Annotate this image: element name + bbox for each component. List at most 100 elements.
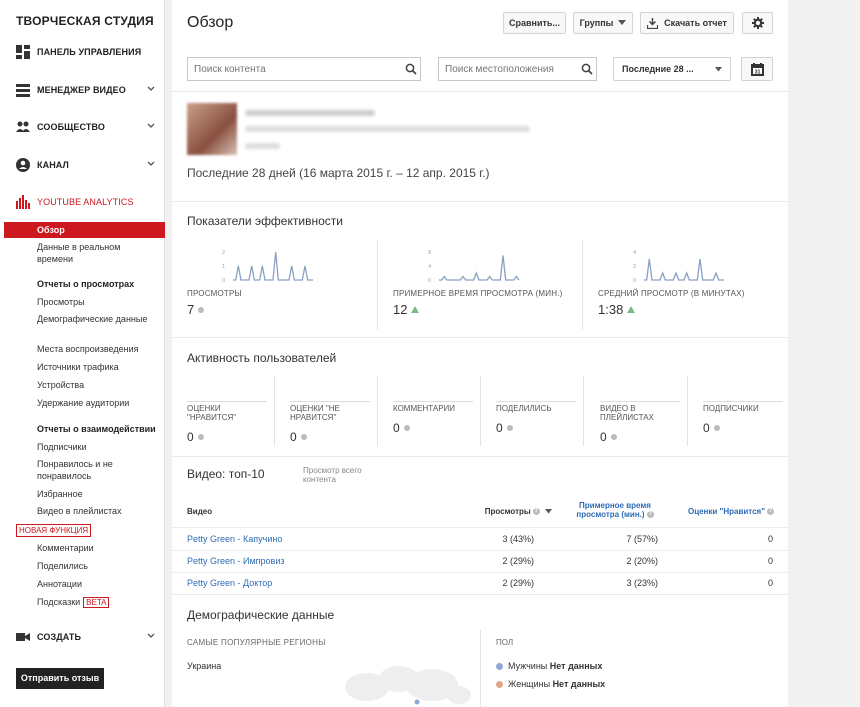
video-title-link[interactable]: Petty Green - Капучино <box>187 534 282 544</box>
calendar-button[interactable]: 31 <box>741 57 773 81</box>
sidebar-item-retention[interactable]: Удержание аудитории <box>37 397 157 409</box>
dropdown-arrow-icon <box>715 66 722 71</box>
column-header-watch-time-label: Примерное время просмотра (мин.) <box>576 501 651 519</box>
nav-channel[interactable]: КАНАЛ <box>16 156 156 174</box>
column-header-views-label: Просмотры <box>484 507 531 516</box>
column-header-views[interactable]: Просмотры? <box>462 507 552 516</box>
activity-label: КОММЕНТАРИИ <box>393 401 473 413</box>
sidebar-item-devices[interactable]: Устройства <box>37 379 157 391</box>
nav-community-label: СООБЩЕСТВО <box>37 122 105 132</box>
date-range-select[interactable]: Последние 28 ... <box>613 57 731 81</box>
sidebar-item-overview[interactable]: Обзор <box>4 222 165 238</box>
search-icon[interactable] <box>581 63 593 75</box>
view-all-content-link[interactable]: Просмотр всего контента <box>303 466 383 484</box>
gender-female: Женщины Нет данных <box>496 679 605 689</box>
sidebar-item-demographics[interactable]: Демографические данные <box>37 313 157 325</box>
activity-value: 0 <box>496 421 576 435</box>
top-regions-header: САМЫЕ ПОПУЛЯРНЫЕ РЕГИОНЫ <box>187 638 326 647</box>
sidebar-item-views[interactable]: Просмотры <box>37 296 157 308</box>
sidebar-item-realtime[interactable]: Данные в реальном времени <box>37 241 157 265</box>
channel-avatar[interactable] <box>187 103 237 155</box>
sparkline-tick-label: 0 <box>222 278 225 284</box>
nav-video-manager-label: МЕНЕДЖЕР ВИДЕО <box>37 85 126 95</box>
gender-male: Мужчины Нет данных <box>496 661 602 671</box>
activity-label: ПОДПИСЧИКИ <box>703 401 783 413</box>
send-feedback-button[interactable]: Отправить отзыв <box>16 668 104 689</box>
sidebar-item-subscribers[interactable]: Подписчики <box>37 441 157 453</box>
nav-video-manager[interactable]: МЕНЕДЖЕР ВИДЕО <box>16 81 156 99</box>
sparkline-tick-label: 2 <box>222 250 225 256</box>
divider <box>172 456 788 457</box>
sidebar-item-playback[interactable]: Места воспроизведения <box>37 343 157 355</box>
world-map[interactable] <box>337 655 477 707</box>
neutral-trend-icon <box>403 425 410 431</box>
nav-dashboard[interactable]: ПАНЕЛЬ УПРАВЛЕНИЯ <box>16 43 156 61</box>
up-trend-icon <box>411 306 420 313</box>
video-views: 3 (43%) <box>502 534 534 544</box>
sidebar-item-views-reports[interactable]: Отчеты о просмотрах <box>37 278 157 290</box>
sidebar-item-comments[interactable]: Комментарии <box>37 542 157 554</box>
column-header-likes[interactable]: Оценки "Нравится"? <box>672 507 774 516</box>
activity-shares[interactable]: ПОДЕЛИЛИСЬ 0 <box>496 401 576 435</box>
activity-value-text: 0 <box>703 421 710 435</box>
sidebar-item-likes[interactable]: Понравилось и не понравилось <box>37 458 157 482</box>
help-icon[interactable]: ? <box>767 508 774 516</box>
video-watch-time: 3 (23%) <box>626 578 658 588</box>
performance-title: Показатели эффективности <box>187 214 343 228</box>
sidebar-item-shares[interactable]: Поделились <box>37 560 157 572</box>
activity-playlists[interactable]: ВИДЕО В ПЛЕЙЛИСТАХ 0 <box>600 401 680 444</box>
sidebar-item-cards[interactable]: Подсказки BETA <box>37 596 157 608</box>
nav-community[interactable]: СООБЩЕСТВО <box>16 118 156 136</box>
video-title-link[interactable]: Petty Green - Доктор <box>187 578 272 588</box>
sidebar-item-favorites[interactable]: Избранное <box>37 488 157 500</box>
activity-title: Активность пользователей <box>187 351 337 365</box>
location-search-input[interactable] <box>438 57 597 81</box>
chevron-down-icon[interactable] <box>146 84 156 94</box>
sparkline-tick-label: 4 <box>428 264 431 270</box>
content-search-input[interactable] <box>187 57 421 81</box>
activity-dislikes[interactable]: ОЦЕНКИ "НЕ НРАВИТСЯ" 0 <box>290 401 370 444</box>
chevron-down-icon[interactable] <box>146 121 156 131</box>
activity-subscribers[interactable]: ПОДПИСЧИКИ 0 <box>703 401 783 435</box>
compare-button[interactable]: Сравнить... <box>503 12 566 34</box>
download-report-button[interactable]: Скачать отчет <box>640 12 734 34</box>
metric-avg-duration[interactable]: 4 2 0 СРЕДНИЙ ПРОСМОТР (В МИНУТАХ) 1:38 <box>598 246 783 317</box>
community-icon <box>16 121 30 132</box>
metric-value-text: 12 <box>393 302 408 317</box>
sidebar-item-annotations[interactable]: Аннотации <box>37 578 157 590</box>
video-title-link[interactable]: Petty Green - Импровиз <box>187 556 285 566</box>
new-feature-badge: НОВАЯ ФУНКЦИЯ <box>16 524 92 537</box>
activity-likes[interactable]: ОЦЕНКИ "НРАВИТСЯ" 0 <box>187 401 267 444</box>
nav-create[interactable]: СОЗДАТЬ <box>16 628 156 646</box>
sidebar-item-interaction-reports[interactable]: Отчеты о взаимодействии <box>37 423 157 435</box>
neutral-trend-icon <box>713 425 720 431</box>
up-trend-icon <box>627 306 636 313</box>
male-label: Мужчины <box>508 661 548 671</box>
activity-label: ВИДЕО В ПЛЕЙЛИСТАХ <box>600 401 680 422</box>
gender-header: ПОЛ <box>496 638 514 647</box>
groups-button[interactable]: Группы <box>573 12 633 34</box>
metric-value: 1:38 <box>598 302 783 317</box>
divider <box>377 376 378 446</box>
sidebar-item-playlists[interactable]: Видео в плейлистах <box>37 505 157 517</box>
activity-value: 0 <box>187 430 267 444</box>
divider <box>172 337 788 338</box>
chevron-down-icon[interactable] <box>146 631 156 641</box>
settings-button[interactable] <box>742 12 773 34</box>
metric-label: ПРИМЕРНОЕ ВРЕМЯ ПРОСМОТРА (МИН.) <box>393 289 563 298</box>
video-manager-icon <box>16 84 30 97</box>
search-icon[interactable] <box>405 63 417 75</box>
neutral-trend-icon <box>198 306 205 313</box>
column-header-video[interactable]: Видео <box>187 507 212 516</box>
activity-value-text: 0 <box>600 430 607 444</box>
column-header-watch-time[interactable]: Примерное время просмотра (мин.)? <box>570 501 660 519</box>
metric-value-text: 7 <box>187 302 195 317</box>
metric-views[interactable]: 2 1 0 ПРОСМОТРЫ 7 <box>187 246 372 317</box>
help-icon[interactable]: ? <box>646 511 654 519</box>
activity-comments[interactable]: КОММЕНТАРИИ 0 <box>393 401 473 435</box>
chevron-down-icon[interactable] <box>146 159 156 169</box>
nav-youtube-analytics[interactable]: YOUTUBE ANALYTICS <box>16 193 156 211</box>
help-icon[interactable]: ? <box>532 508 540 516</box>
sidebar-item-traffic[interactable]: Источники трафика <box>37 361 157 373</box>
metric-watch-time[interactable]: 8 4 0 ПРИМЕРНОЕ ВРЕМЯ ПРОСМОТРА (МИН.) 12 <box>393 246 583 317</box>
